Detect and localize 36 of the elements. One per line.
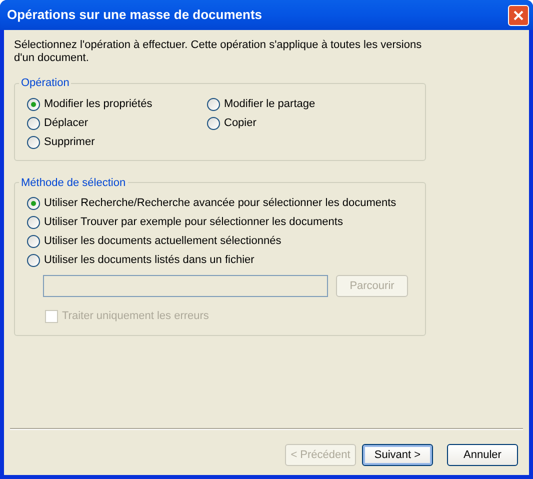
group-title: Méthode de sélection — [20, 176, 127, 190]
radio-button[interactable] — [27, 136, 40, 148]
radio-button[interactable] — [27, 254, 40, 267]
radio-option[interactable]: Utiliser les documents listés dans un fichier — [27, 251, 417, 270]
radio-option[interactable]: Supprimer — [27, 132, 207, 152]
radio-label: Supprimer — [44, 134, 95, 150]
radio-option[interactable]: Utiliser Recherche/Recherche avancée pour sélectionner les documents — [27, 194, 417, 213]
radio-label: Modifier les propriétés — [44, 96, 152, 112]
radio-option[interactable]: Modifier le partage — [207, 94, 417, 114]
radio-button[interactable] — [27, 197, 40, 210]
radio-label: Utiliser Recherche/Recherche avancée pour sélectionner les documents — [44, 196, 396, 212]
checkbox-label: Traiter uniquement les erreurs — [62, 309, 209, 324]
radio-option[interactable]: Utiliser Trouver par exemple pour sélectionner les documents — [27, 213, 417, 232]
close-icon — [513, 10, 524, 20]
radio-label: Modifier le partage — [224, 96, 316, 112]
dialog-button[interactable]: Annuler — [447, 444, 518, 466]
window-title: Opérations sur une masse de documents — [7, 6, 262, 24]
radio-label: Utiliser les documents listés dans un fichier — [44, 253, 254, 268]
radio-label: Utiliser Trouver par exemple pour sélectionner les documents — [44, 215, 343, 230]
radio-option[interactable]: Copier — [207, 114, 417, 132]
dialog-button[interactable]: Suivant > — [362, 444, 433, 466]
radio-button[interactable] — [27, 235, 40, 248]
radio-option[interactable]: Utiliser les documents actuellement sélectionnés — [27, 232, 417, 251]
intro-text: Sélectionnez l'opération à effectuer. Cette opération s'applique à toutes les versions d'un document. — [14, 39, 423, 65]
radio-label: Utiliser les documents actuellement sélectionnés — [44, 234, 282, 250]
radio-button[interactable] — [207, 98, 220, 110]
radio-button[interactable] — [27, 216, 40, 229]
radio-button[interactable] — [27, 116, 40, 130]
radio-option[interactable]: Déplacer — [27, 114, 207, 132]
group-title: Opération — [20, 76, 70, 91]
radio-option[interactable]: Modifier les propriétés — [27, 94, 207, 114]
radio-label: Copier — [224, 116, 256, 131]
radio-button[interactable] — [27, 98, 40, 110]
radio-label: Déplacer — [44, 116, 88, 131]
radio-button[interactable] — [207, 116, 220, 130]
close-button[interactable] — [508, 4, 529, 26]
